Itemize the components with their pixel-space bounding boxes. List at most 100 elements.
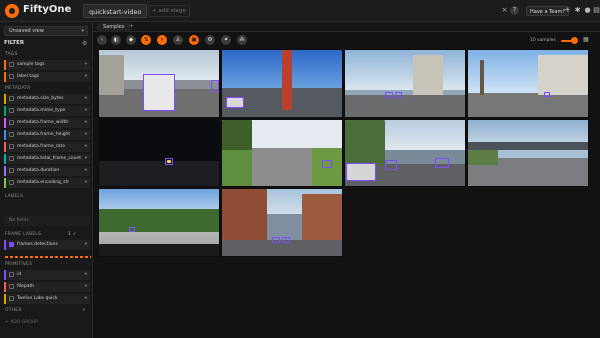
close-icon[interactable]: ×: [500, 6, 509, 15]
field-checkbox[interactable]: [9, 62, 14, 67]
chevron-down-icon[interactable]: ▾: [85, 154, 87, 164]
filter-title: FILTER: [4, 40, 25, 46]
chevron-down-icon[interactable]: ▾: [85, 106, 87, 116]
field-checkbox[interactable]: [9, 96, 14, 101]
color-palette-icon[interactable]: ◐: [111, 35, 121, 45]
group-icon[interactable]: ⁂: [237, 35, 247, 45]
field-checkbox[interactable]: [9, 284, 14, 289]
field-checkbox[interactable]: [9, 168, 14, 173]
field-checkbox[interactable]: [9, 108, 14, 113]
detection-box: [143, 74, 175, 111]
field-checkbox[interactable]: [9, 74, 14, 79]
gear-icon[interactable]: ⚙: [82, 40, 87, 47]
chevron-down-icon[interactable]: ▾: [85, 130, 87, 140]
help-icon[interactable]: ?: [510, 6, 519, 15]
field-label-tags[interactable]: label tags ▾: [4, 72, 90, 82]
field-metadata-mime-type[interactable]: metadata.mime_type ▾: [4, 106, 90, 116]
sample-count: 10 samples: [530, 38, 556, 43]
sort-icon[interactable]: ⇅: [141, 35, 151, 45]
other-add-icon[interactable]: +: [82, 308, 86, 313]
view-selector[interactable]: Unsaved view ▾: [4, 26, 88, 36]
field-frames-detections[interactable]: frames.detections ▾: [4, 240, 90, 250]
grid-icon[interactable]: ▦: [583, 36, 589, 43]
tag-icon[interactable]: ◆: [126, 35, 136, 45]
patches-icon[interactable]: ▣: [189, 35, 199, 45]
settings-icon[interactable]: ⚙: [205, 35, 215, 45]
field-twelve-labs-quick[interactable]: Twelve Labs quick ▾: [4, 294, 90, 304]
add-group-button[interactable]: + ADD GROUP: [5, 320, 38, 325]
sample-thumbnail[interactable]: [98, 49, 220, 118]
chevron-down-icon[interactable]: ▾: [85, 270, 87, 280]
chevron-down-icon[interactable]: ▾: [85, 60, 87, 70]
back-icon[interactable]: ‹: [97, 35, 107, 45]
sample-thumbnail[interactable]: [344, 49, 466, 118]
samples-panel: Samples + ‹ ◐ ◆ ⇅ ⌕ ♙ ▣ ⚙ ✦ ⁂ 10 samples…: [93, 22, 600, 338]
sample-thumbnail[interactable]: [221, 188, 343, 257]
slack-icon[interactable]: ✱: [573, 6, 582, 15]
field-checkbox[interactable]: [9, 272, 14, 277]
frame-labels-badge[interactable]: 1 ✓: [68, 232, 77, 237]
sample-thumbnail[interactable]: [344, 119, 466, 187]
chevron-down-icon[interactable]: ▾: [85, 142, 87, 152]
section-labels: LABELS: [5, 194, 24, 199]
field-color-bar: [4, 118, 6, 128]
add-panel-icon[interactable]: +: [129, 23, 134, 30]
detection-box: [165, 158, 173, 165]
overpass-shape: [468, 142, 588, 150]
chevron-down-icon[interactable]: ▾: [85, 282, 87, 292]
docs-icon[interactable]: ▤: [592, 6, 600, 15]
github-icon[interactable]: ●: [583, 6, 592, 15]
labels-spacer: [4, 204, 90, 214]
zoom-slider-knob[interactable]: [571, 37, 578, 44]
fiftyone-logo-icon: [5, 4, 19, 18]
field-color-bar: [4, 72, 6, 82]
tree-shape: [345, 120, 385, 165]
search-icon[interactable]: ⌕: [157, 35, 167, 45]
field-checkbox[interactable]: [9, 132, 14, 137]
sample-thumbnail[interactable]: [221, 49, 343, 118]
chevron-down-icon[interactable]: ▾: [85, 118, 87, 128]
field-metadata-duration[interactable]: metadata.duration ▾: [4, 166, 90, 176]
field-metadata-frame-height[interactable]: metadata.frame_height ▾: [4, 130, 90, 140]
theme-icon[interactable]: ☀: [563, 6, 572, 15]
no-fields-text: No fields: [4, 216, 90, 226]
detection-box: [272, 237, 280, 243]
add-stage-input[interactable]: + add stage: [148, 5, 190, 17]
field-checkbox[interactable]: [9, 144, 14, 149]
field-label: metadata.size_bytes: [17, 96, 64, 101]
field-checkbox[interactable]: [9, 156, 14, 161]
field-checkbox[interactable]: [9, 242, 14, 247]
chevron-down-icon[interactable]: ▾: [85, 94, 87, 104]
detection-box: [346, 163, 376, 181]
field-checkbox[interactable]: [9, 296, 14, 301]
chevron-down-icon[interactable]: ▾: [85, 166, 87, 176]
field-id[interactable]: id ▾: [4, 270, 90, 280]
sample-thumbnail[interactable]: [98, 119, 220, 187]
sample-thumbnail[interactable]: [98, 188, 220, 257]
field-checkbox[interactable]: [9, 120, 14, 125]
chevron-down-icon[interactable]: ▾: [85, 294, 87, 304]
field-metadata-frame-rate[interactable]: metadata.frame_rate ▾: [4, 142, 90, 152]
detection-box: [282, 237, 290, 243]
field-checkbox[interactable]: [9, 180, 14, 185]
chevron-down-icon[interactable]: ▾: [85, 240, 87, 250]
field-color-bar: [4, 282, 6, 292]
field-metadata-encoding-str[interactable]: metadata.encoding_str ▾: [4, 178, 90, 188]
sample-thumbnail[interactable]: [467, 119, 589, 187]
field-sample-tags[interactable]: sample tags ▾: [4, 60, 90, 70]
field-metadata-size-bytes[interactable]: metadata.size_bytes ▾: [4, 94, 90, 104]
sample-thumbnail[interactable]: [221, 119, 343, 187]
field-filepath[interactable]: filepath ▾: [4, 282, 90, 292]
chevron-down-icon[interactable]: ▾: [85, 178, 87, 188]
sample-thumbnail[interactable]: [467, 49, 589, 118]
chevron-down-icon[interactable]: ▾: [85, 72, 87, 82]
dataset-selector[interactable]: quickstart-video: [83, 4, 148, 18]
field-metadata-total-frame-count[interactable]: metadata.total_frame_count ▾: [4, 154, 90, 164]
field-label: sample tags: [17, 62, 45, 67]
field-metadata-frame-width[interactable]: metadata.frame_width ▾: [4, 118, 90, 128]
browse-operations-icon[interactable]: ✦: [221, 35, 231, 45]
thumbnail-road: [345, 95, 465, 117]
person-icon[interactable]: ♙: [173, 35, 183, 45]
tab-samples[interactable]: Samples: [97, 23, 131, 32]
top-bar: FiftyOne quickstart-video + add stage × …: [0, 0, 600, 22]
